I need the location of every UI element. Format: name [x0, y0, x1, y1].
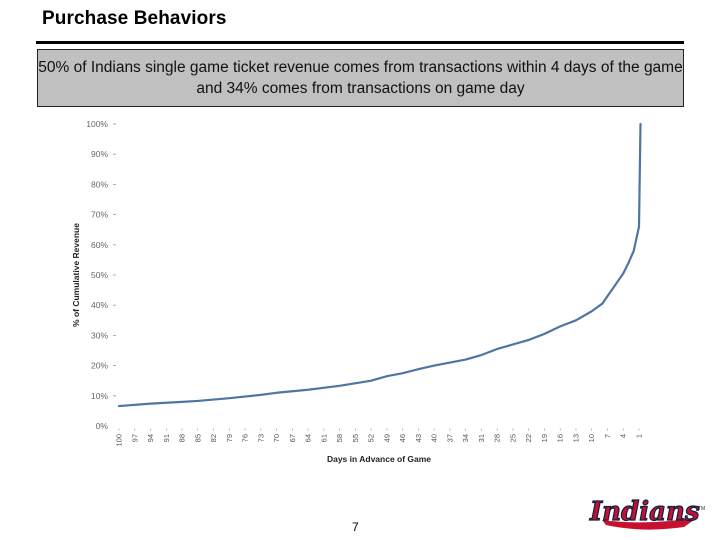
y-tick-label: 0% [96, 421, 109, 431]
data-points [118, 123, 641, 407]
y-axis-label: % of Cumulative Revenue [71, 223, 81, 327]
x-tick-label: 88 [178, 434, 187, 442]
indians-logo: Indians TM [588, 496, 705, 530]
x-tick-label: 73 [256, 434, 265, 442]
cumulative-revenue-chart: 0% 10% 20% 30% 40% 50% 60% 70% 80% 90% 100% 100 97 9… [71, 119, 644, 464]
x-tick-label: 70 [272, 434, 281, 442]
x-axis-label: Days in Advance of Game [327, 454, 431, 464]
x-tick-label: 94 [146, 434, 155, 442]
x-axis: 100 97 94 91 88 85 82 79 76 73 70 67 64 61 58 55 52 49 46 4… [115, 428, 644, 447]
logo-wordmark: Indians [589, 497, 700, 527]
logo-trademark: TM [698, 506, 705, 512]
y-tick-label: 60% [91, 240, 108, 250]
x-tick-label: 7 [603, 434, 612, 438]
x-tick-label: 19 [540, 434, 549, 442]
y-tick-label: 40% [91, 300, 108, 310]
x-tick-label: 97 [130, 434, 139, 442]
x-tick-label: 49 [382, 434, 391, 442]
x-tick-label: 55 [351, 434, 360, 442]
y-axis: 0% 10% 20% 30% 40% 50% 60% 70% 80% 90% 100% [86, 119, 116, 431]
y-tick-label: 90% [91, 149, 108, 159]
x-tick-label: 37 [445, 434, 454, 442]
x-tick-label: 76 [241, 434, 250, 442]
series-line-cumulative-revenue [117, 122, 642, 408]
y-tick-label: 50% [91, 270, 108, 280]
x-tick-label: 61 [319, 434, 328, 442]
x-tick-label: 28 [493, 434, 502, 442]
x-tick-label: 1 [635, 434, 644, 438]
x-tick-label: 16 [556, 434, 565, 442]
x-tick-label: 25 [508, 434, 517, 442]
x-tick-label: 79 [225, 434, 234, 442]
page-number: 7 [352, 520, 359, 534]
y-tick-label: 80% [91, 179, 108, 189]
x-tick-label: 46 [398, 434, 407, 442]
x-tick-label: 31 [477, 434, 486, 442]
x-tick-label: 85 [193, 434, 202, 442]
x-tick-label: 64 [304, 434, 313, 442]
x-tick-label: 13 [571, 434, 580, 442]
x-tick-label: 58 [335, 434, 344, 442]
y-tick-label: 70% [91, 210, 108, 220]
x-tick-label: 10 [587, 434, 596, 442]
y-tick-label: 10% [91, 391, 108, 401]
x-tick-label: 4 [619, 434, 628, 438]
x-tick-label: 91 [162, 434, 171, 442]
x-tick-label: 43 [414, 434, 423, 442]
x-tick-label: 34 [461, 434, 470, 442]
y-tick-label: 20% [91, 361, 108, 371]
y-tick-label: 100% [86, 119, 108, 129]
x-tick-label: 100 [115, 434, 124, 447]
x-tick-label: 67 [288, 434, 297, 442]
x-tick-label: 82 [209, 434, 218, 442]
x-tick-label: 52 [367, 434, 376, 442]
x-tick-label: 22 [524, 434, 533, 442]
y-tick-label: 30% [91, 330, 108, 340]
x-tick-label: 40 [430, 434, 439, 442]
